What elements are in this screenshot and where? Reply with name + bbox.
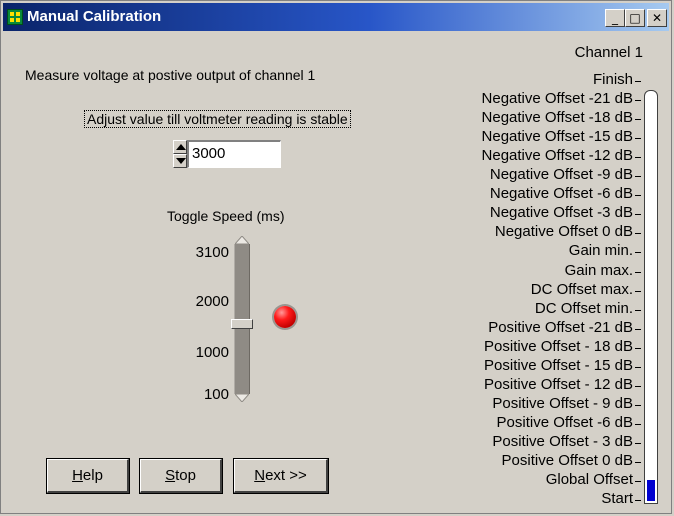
adjust-label: Adjust value till voltmeter reading is s… bbox=[84, 110, 351, 128]
next-button[interactable]: Next >> bbox=[234, 459, 328, 493]
calibration-step-label: Negative Offset -3 dB bbox=[489, 204, 633, 222]
calibration-step-label: DC Offset min. bbox=[534, 299, 633, 317]
slider-tick-1000: 1000 bbox=[195, 344, 229, 361]
calibration-step-tick bbox=[635, 290, 641, 292]
window-title: Manual Calibration bbox=[27, 8, 162, 25]
calibration-step-label: Negative Offset -6 dB bbox=[489, 185, 633, 203]
calibration-step-tick bbox=[635, 176, 641, 178]
calibration-step-label: Positive Offset - 3 dB bbox=[492, 432, 633, 450]
calibration-step-tick bbox=[635, 481, 641, 483]
calibration-step-label: Gain min. bbox=[568, 242, 633, 260]
calibration-step-label: Positive Offset - 12 dB bbox=[484, 375, 633, 393]
calibration-step-label: Global Offset bbox=[545, 471, 633, 489]
calibration-step-tick bbox=[635, 309, 641, 311]
calibration-step-label: Negative Offset -9 dB bbox=[489, 166, 633, 184]
calibration-step-label: Start bbox=[601, 490, 633, 508]
maximize-button[interactable]: □ bbox=[625, 9, 645, 27]
increment-button[interactable] bbox=[173, 140, 187, 154]
calibration-step-tick bbox=[635, 252, 641, 254]
manual-calibration-window: Manual Calibration _ □ ✕ Measure voltage… bbox=[0, 0, 672, 514]
calibration-step-tick bbox=[635, 423, 641, 425]
minimize-button[interactable]: _ bbox=[605, 9, 625, 27]
slider-thumb[interactable] bbox=[231, 319, 253, 329]
slider-top-cap bbox=[235, 236, 249, 244]
close-button[interactable]: ✕ bbox=[647, 9, 667, 27]
slider-tick-2000: 2000 bbox=[195, 293, 229, 310]
calibration-step-label: Positive Offset -6 dB bbox=[496, 413, 633, 431]
calibration-step-tick bbox=[635, 195, 641, 197]
progress-fill bbox=[647, 480, 655, 501]
calibration-step-tick bbox=[635, 119, 641, 121]
calibration-step-label: Negative Offset 0 dB bbox=[494, 223, 633, 241]
calibration-step-label: Positive Offset - 15 dB bbox=[484, 356, 633, 374]
calibration-step-label: Negative Offset -12 dB bbox=[481, 147, 633, 165]
calibration-step-tick bbox=[635, 347, 641, 349]
value-input[interactable]: 3000 bbox=[187, 140, 281, 168]
calibration-step-tick bbox=[635, 157, 641, 159]
calibration-step-tick bbox=[635, 214, 641, 216]
calibration-step-tick bbox=[635, 328, 641, 330]
calibration-step-tick bbox=[635, 442, 641, 444]
spin-buttons bbox=[173, 140, 187, 168]
calibration-progress-bar bbox=[644, 90, 658, 504]
calibration-step-tick bbox=[635, 462, 641, 463]
calibration-step-label: DC Offset max. bbox=[530, 280, 633, 298]
calibration-step-label: Gain max. bbox=[564, 261, 633, 279]
calibration-step-tick bbox=[635, 233, 641, 235]
maximize-icon: □ bbox=[629, 11, 641, 25]
slider-tick-min: 100 bbox=[203, 386, 229, 403]
status-led-indicator bbox=[274, 306, 296, 328]
up-arrow-icon bbox=[176, 144, 186, 150]
calibration-step-label: Positive Offset - 9 dB bbox=[492, 394, 633, 412]
app-icon bbox=[7, 9, 23, 25]
down-arrow-icon bbox=[176, 158, 186, 164]
calibration-step-label: Positive Offset -21 dB bbox=[488, 318, 633, 336]
calibration-step-tick bbox=[635, 385, 641, 387]
title-bar[interactable]: Manual Calibration _ □ ✕ bbox=[3, 3, 669, 31]
calibration-step-tick bbox=[635, 271, 641, 273]
calibration-step-label: Negative Offset -15 dB bbox=[481, 128, 633, 146]
calibration-step-tick bbox=[635, 404, 641, 406]
close-icon: ✕ bbox=[651, 11, 663, 25]
calibration-step-label: Positive Offset - 18 dB bbox=[484, 337, 633, 355]
minimize-icon: _ bbox=[612, 11, 618, 25]
toggle-speed-label: Toggle Speed (ms) bbox=[167, 208, 285, 224]
dialog-content: Measure voltage at postive output of cha… bbox=[1, 33, 673, 513]
calibration-step-label: Positive Offset 0 dB bbox=[501, 452, 633, 469]
stop-button[interactable]: Stop bbox=[140, 459, 222, 493]
calibration-step-label: Finish bbox=[592, 71, 633, 88]
calibration-step-label: Negative Offset -21 dB bbox=[481, 90, 633, 108]
instruction-text: Measure voltage at postive output of cha… bbox=[25, 67, 316, 83]
slider-bottom-cap bbox=[235, 394, 249, 402]
calibration-step-tick bbox=[635, 81, 641, 82]
calibration-step-tick bbox=[635, 500, 641, 502]
calibration-step-label: Negative Offset -18 dB bbox=[481, 109, 633, 127]
calibration-step-tick bbox=[635, 100, 641, 102]
slider-tick-max: 3100 bbox=[195, 244, 229, 261]
calibration-step-tick bbox=[635, 138, 641, 140]
decrement-button[interactable] bbox=[173, 154, 187, 168]
calibration-step-tick bbox=[635, 366, 641, 368]
channel-label: Channel 1 bbox=[574, 44, 643, 61]
help-button[interactable]: Help bbox=[47, 459, 129, 493]
